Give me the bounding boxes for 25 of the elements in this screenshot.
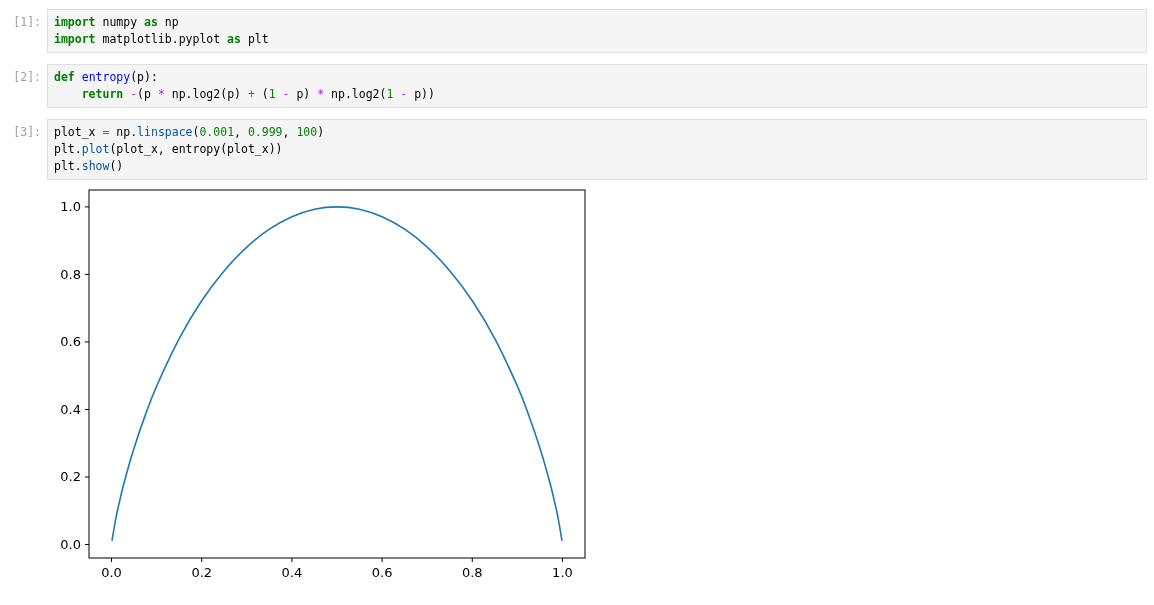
code-line: plt.plot(plot_x, entropy(plot_x)) [54,141,284,158]
tick-label: 0.8 [461,565,483,580]
code-line: plot_x = np.linspace(0.001, 0.999, 100) [54,124,326,141]
code-editor[interactable]: def entropy(p): return -(p * np.log2(p) + (1 - p) * np.log2(1 - p)) [47,64,1147,108]
code-editor[interactable]: plot_x = np.linspace(0.001, 0.999, 100) plt.plot(plot_x, entropy(plot_x)) plt.show() [47,119,1147,180]
code-line: def entropy(p): [54,69,159,86]
tick-label: 0.2 [60,469,81,485]
code-line: return -(p * np.log2(p) + (1 - p) * np.log2(1 - p)) [80,86,436,103]
code-line: import numpy as np [54,14,180,31]
cell-prompt: [2]: [12,69,42,86]
cell-prompt: [3]: [12,124,42,141]
tick-label: 0.4 [60,401,81,417]
tick-label: 0.0 [101,565,122,580]
tick-label: 0.6 [60,334,81,350]
code-line: plt.show() [54,158,125,175]
tick-label: 1.0 [60,199,81,215]
code-editor[interactable]: import numpy as np import matplotlib.pyplot as plt [47,9,1147,53]
tick-label: 0.6 [371,565,393,580]
tick-label: 0.4 [281,565,303,580]
cell-prompt: [1]: [12,14,42,31]
tick-label: 0.2 [191,565,213,580]
tick-label: 0.0 [60,537,81,552]
tick-label: 0.8 [60,266,81,282]
tick-label: 1.0 [552,565,573,580]
code-line: import matplotlib.pyplot as plt [54,31,270,48]
